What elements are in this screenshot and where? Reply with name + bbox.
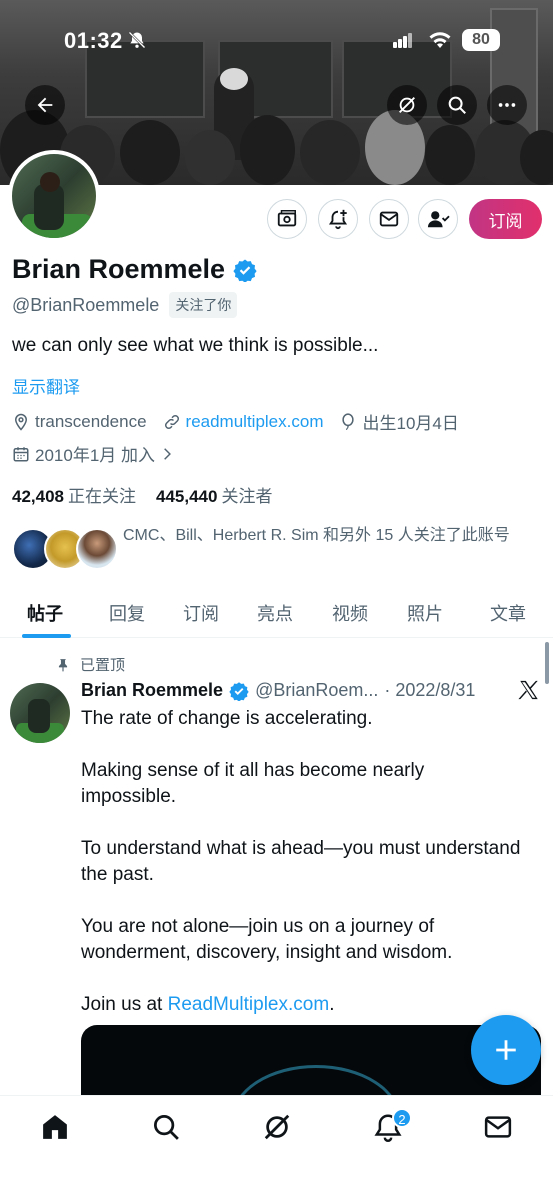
plus-icon	[496, 1040, 516, 1060]
notify-button[interactable]	[318, 199, 358, 239]
verified-badge-icon	[229, 681, 249, 701]
profile-joined[interactable]: 2010年1月 加入	[12, 441, 174, 466]
post-author-name[interactable]: Brian Roemmele	[81, 680, 223, 701]
post-media[interactable]	[81, 1025, 541, 1105]
tab-articles[interactable]: 文章	[490, 600, 526, 626]
profile-location: transcendence	[12, 412, 147, 432]
x-logo-icon[interactable]	[518, 679, 540, 701]
profile-handle: @BrianRoemmele	[12, 294, 160, 315]
following-button[interactable]	[418, 199, 458, 239]
post-paragraph: The rate of change is accelerating.	[81, 708, 373, 729]
known-follower-avatar	[76, 528, 118, 570]
chevron-right-icon	[164, 447, 171, 460]
person-check-icon	[427, 211, 450, 228]
search-icon[interactable]	[151, 1112, 181, 1142]
post-author-handle: @BrianRoem...	[255, 680, 379, 700]
scrollbar[interactable]	[545, 642, 549, 684]
post-body: The rate of change is accelerating. Maki…	[81, 706, 521, 1044]
bell-off-icon	[128, 31, 146, 49]
balloon-icon	[342, 412, 355, 430]
tab-posts[interactable]: 帖子	[27, 600, 63, 626]
profile-joined-row: 2010年1月 加入	[12, 441, 190, 466]
message-button[interactable]	[369, 199, 409, 239]
pinned-label-row: 已置顶	[56, 654, 125, 675]
wifi-icon	[429, 32, 451, 48]
calendar-icon	[13, 446, 29, 461]
profile-name: Brian Roemmele	[12, 254, 226, 284]
search-icon	[448, 96, 466, 114]
profile-website[interactable]: readmultiplex.com	[163, 412, 324, 432]
profile-bio: we can only see what we think is possibl…	[12, 335, 379, 356]
active-tab-indicator	[22, 634, 71, 638]
money-icon	[277, 210, 297, 227]
compose-button[interactable]	[471, 1015, 541, 1085]
tab-videos[interactable]: 视频	[332, 600, 368, 626]
known-followers-text: CMC、Bill、Herbert R. Sim 和另外 15 人关注了此账号	[123, 527, 510, 544]
tab-subscriptions[interactable]: 订阅	[183, 600, 219, 626]
post-date[interactable]: · 2022/8/31	[384, 680, 475, 701]
more-button[interactable]	[487, 85, 527, 125]
profile-name-row: Brian Roemmele	[12, 254, 257, 285]
grok-icon[interactable]	[262, 1112, 292, 1142]
tab-highlights[interactable]: 亮点	[257, 600, 293, 626]
banner-lecturer-hair	[220, 68, 248, 90]
follow-counts: 42,408 正在关注 445,440 关注者	[12, 482, 272, 507]
notifications-badge: 2	[392, 1108, 412, 1128]
tip-button[interactable]	[267, 199, 307, 239]
home-icon[interactable]	[40, 1112, 70, 1142]
post-join-line: Join us at ReadMultiplex.com.	[81, 994, 335, 1015]
following-count[interactable]: 42,408 正在关注	[12, 482, 136, 507]
profile-birthday: 出生10月4日	[339, 409, 459, 434]
grok-button[interactable]	[387, 85, 427, 125]
battery-indicator: 80	[462, 29, 500, 51]
post-link[interactable]: ReadMultiplex.com	[168, 994, 330, 1015]
profile-avatar[interactable]	[8, 150, 100, 242]
subscribe-button[interactable]: 订阅	[469, 199, 542, 239]
envelope-icon	[379, 211, 399, 227]
bottom-nav: 2	[0, 1095, 553, 1200]
post-paragraph: You are not alone—join us on a journey o…	[81, 916, 453, 963]
status-time: 01:32	[64, 28, 123, 53]
show-translation-link[interactable]: 显示翻译	[12, 373, 80, 398]
status-bar: 01:32 80	[0, 26, 553, 56]
followers-count[interactable]: 445,440 关注者	[156, 482, 272, 507]
cellular-signal-icon	[393, 33, 412, 48]
tab-replies[interactable]: 回复	[109, 600, 145, 626]
more-dots-icon	[498, 103, 516, 107]
pin-icon	[58, 658, 68, 671]
follows-you-badge: 关注了你	[169, 292, 238, 318]
post-author-avatar[interactable]	[10, 683, 70, 743]
tab-photos[interactable]: 照片	[407, 600, 443, 626]
post-header: Brian Roemmele @BrianRoem... · 2022/8/31	[81, 680, 511, 701]
profile-tabs: 帖子 回复 订阅 亮点 视频 照片 文章	[0, 590, 553, 638]
arrow-left-icon	[37, 97, 53, 113]
back-button[interactable]	[25, 85, 65, 125]
search-button[interactable]	[437, 85, 477, 125]
messages-icon[interactable]	[483, 1112, 513, 1142]
handle-row: @BrianRoemmele 关注了你	[12, 292, 238, 318]
bell-plus-icon	[328, 209, 348, 230]
profile-meta-row: transcendence readmultiplex.com 出生10月4日	[12, 409, 475, 434]
post-paragraph: To understand what is ahead—you must und…	[81, 838, 521, 885]
link-icon	[164, 414, 179, 429]
post-paragraph: Making sense of it all has become nearly…	[81, 760, 425, 807]
location-pin-icon	[14, 413, 28, 431]
grok-icon	[399, 97, 415, 113]
website-link[interactable]: readmultiplex.com	[186, 412, 324, 432]
verified-badge-icon[interactable]	[233, 258, 257, 282]
known-followers[interactable]: CMC、Bill、Herbert R. Sim 和另外 15 人关注了此账号	[12, 520, 542, 576]
